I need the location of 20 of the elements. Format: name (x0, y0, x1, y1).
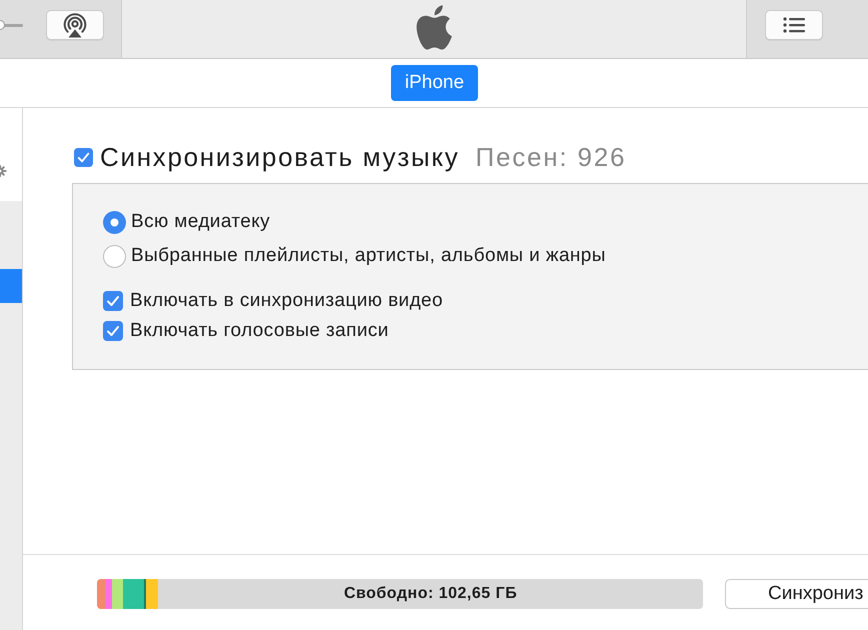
list-icon (783, 17, 805, 33)
airplay-button[interactable] (46, 10, 104, 40)
list-button[interactable] (765, 10, 823, 40)
volume-slider[interactable] (0, 20, 25, 30)
checkbox[interactable] (103, 291, 123, 311)
checkbox[interactable] (74, 148, 93, 166)
apple-icon (416, 5, 452, 50)
song-count: Песен: 926 (475, 142, 626, 172)
free-space-label: Свободно: 102,65 ГБ (344, 585, 518, 603)
airplay-icon (62, 12, 88, 38)
section-title: Синхронизировать музыку (100, 142, 460, 172)
radio-button[interactable] (103, 210, 126, 234)
radio-label: Всю медиатеку (131, 211, 270, 233)
checkbox-label: Включать в синхронизацию видео (130, 290, 443, 312)
radio-button[interactable] (103, 244, 126, 268)
checkbox[interactable] (103, 321, 123, 341)
device-button[interactable]: iPhone (390, 65, 478, 101)
radio-label: Выбранные плейлисты, артисты, альбомы и жанры (131, 245, 606, 267)
checkbox-label: Включать голосовые записи (130, 320, 389, 342)
sync-button[interactable]: Синхрониз (725, 579, 868, 609)
